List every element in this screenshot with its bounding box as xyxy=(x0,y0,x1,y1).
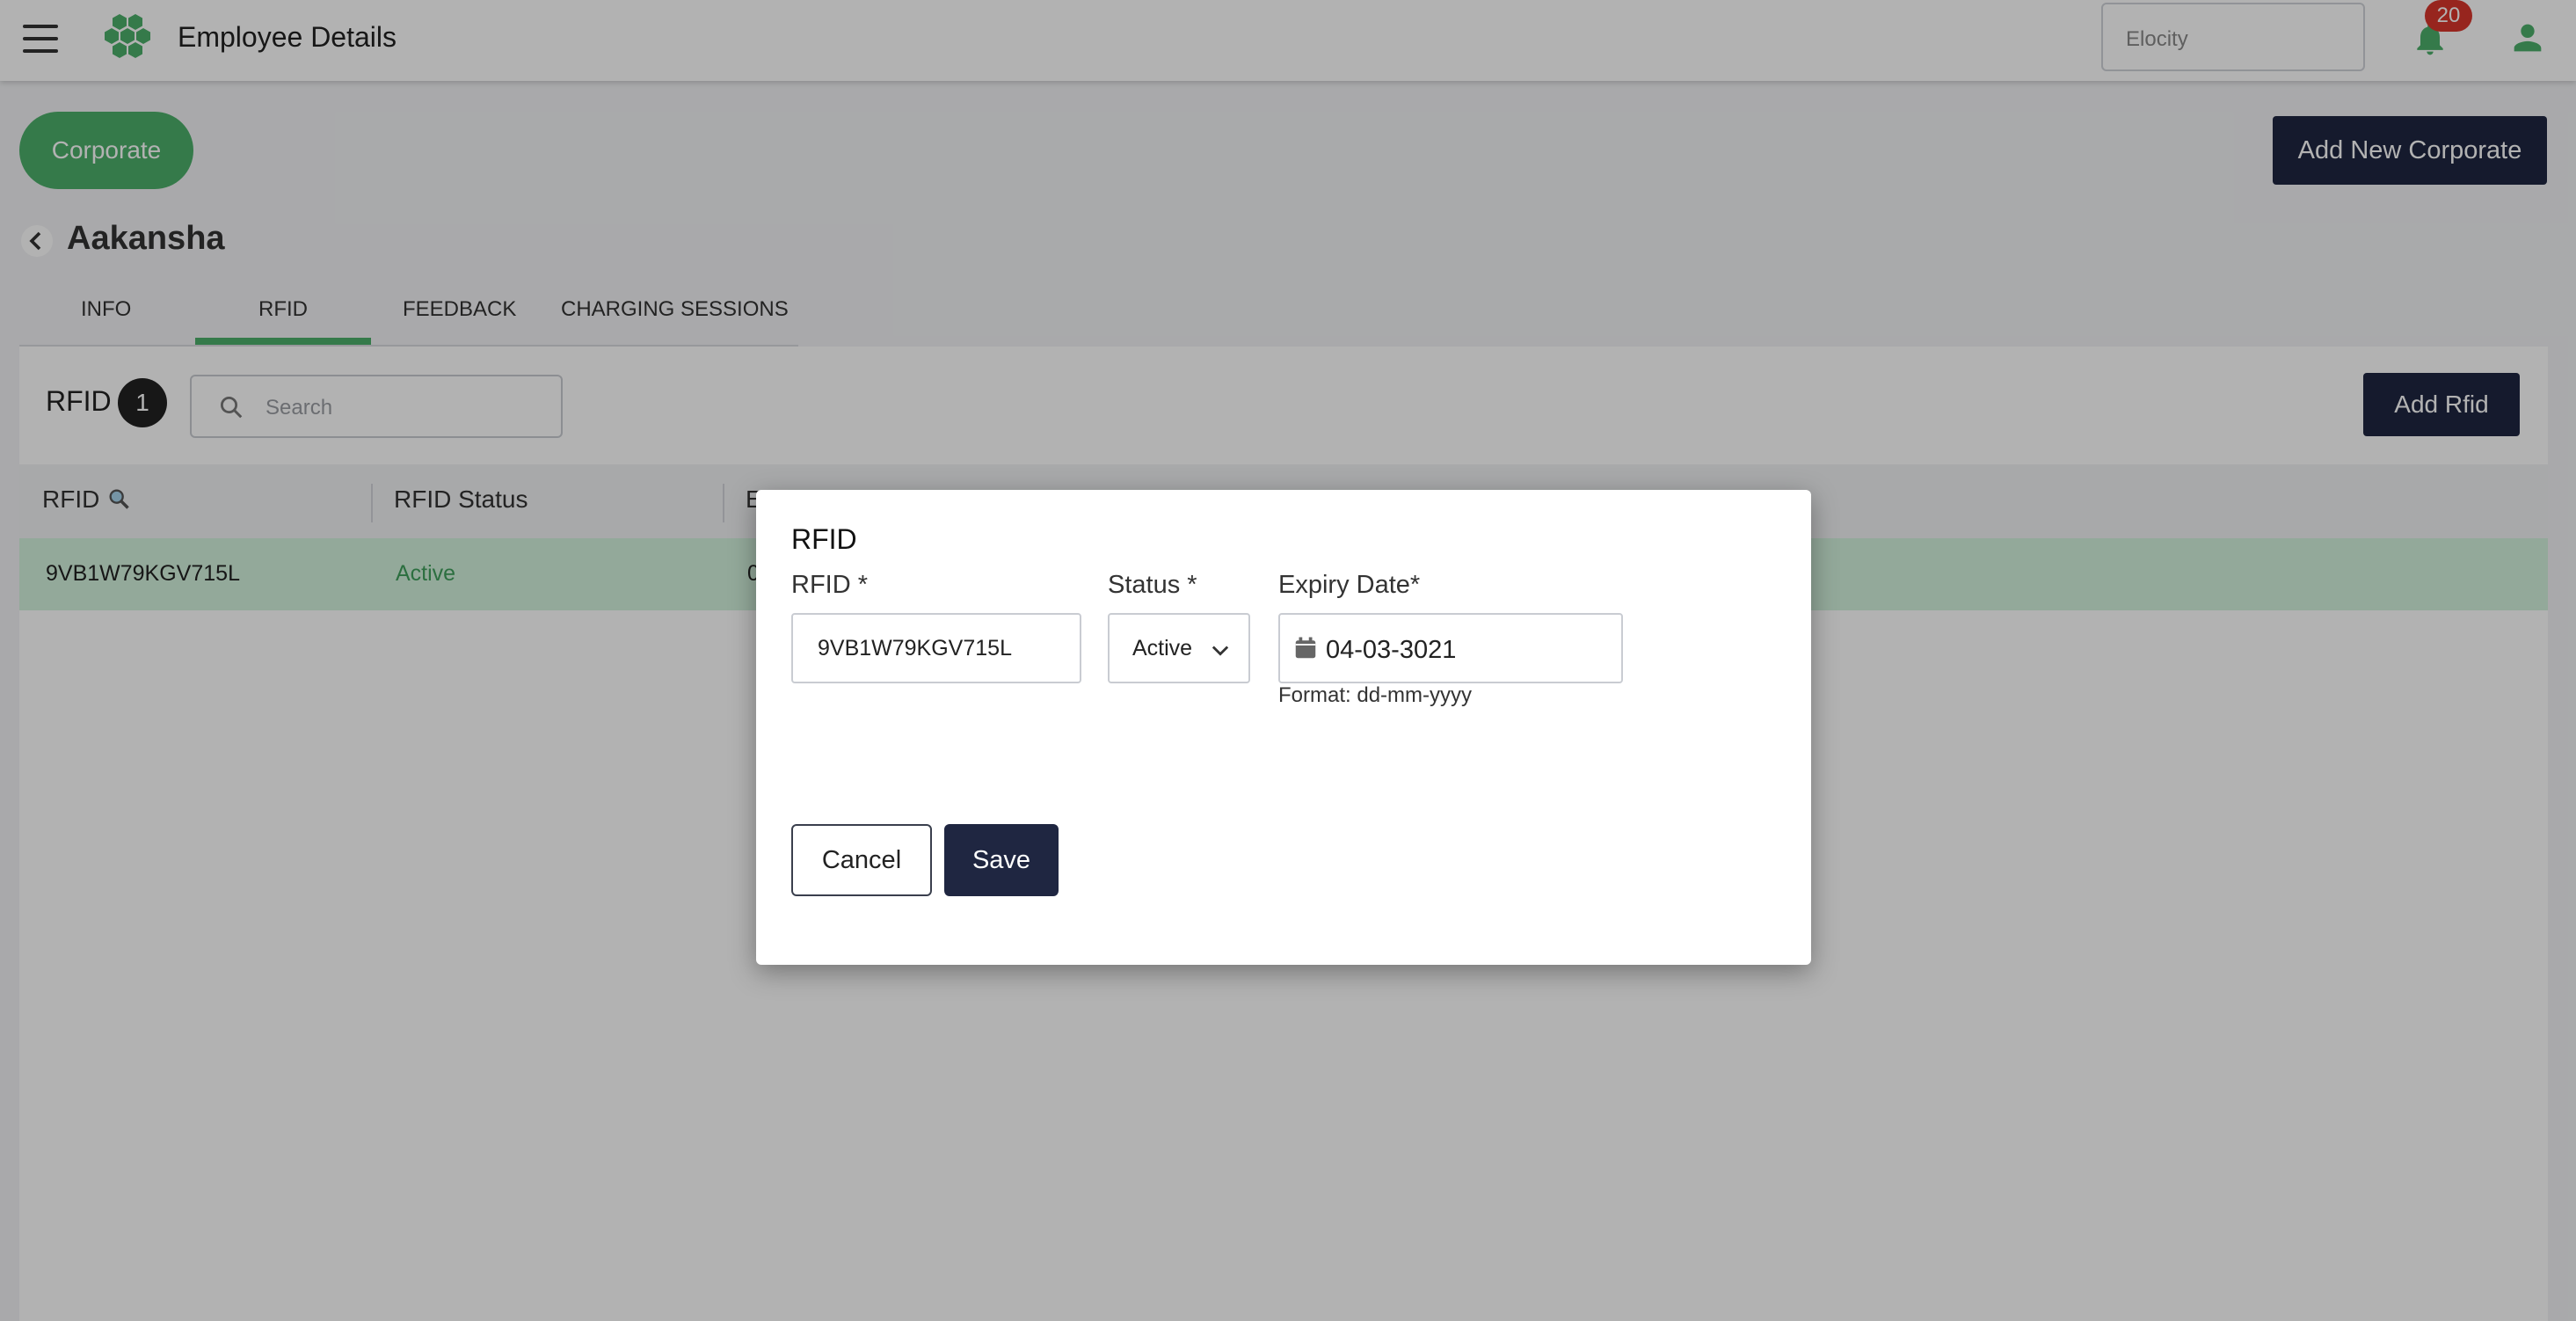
rfid-edit-dialog: RFID RFID * 9VB1W79KGV715L Status * Acti… xyxy=(756,490,1811,965)
rfid-input[interactable]: 9VB1W79KGV715L xyxy=(791,613,1081,683)
expiry-field-label: Expiry Date* xyxy=(1278,571,1421,599)
dialog-title: RFID xyxy=(791,523,857,555)
cancel-button[interactable]: Cancel xyxy=(791,824,932,896)
rfid-input-value: 9VB1W79KGV715L xyxy=(818,636,1012,660)
calendar-icon xyxy=(1295,637,1316,659)
expiry-date-input[interactable]: 04-03-3021 xyxy=(1278,613,1623,683)
chevron-down-icon xyxy=(1212,646,1229,656)
status-field-label: Status * xyxy=(1108,571,1197,599)
rfid-field-label: RFID * xyxy=(791,571,868,599)
date-format-hint: Format: dd-mm-yyyy xyxy=(1278,683,1473,707)
save-button[interactable]: Save xyxy=(944,824,1059,896)
status-select-value: Active xyxy=(1132,636,1193,660)
expiry-date-value: 04-03-3021 xyxy=(1326,636,1457,664)
status-select[interactable]: Active xyxy=(1108,613,1250,683)
